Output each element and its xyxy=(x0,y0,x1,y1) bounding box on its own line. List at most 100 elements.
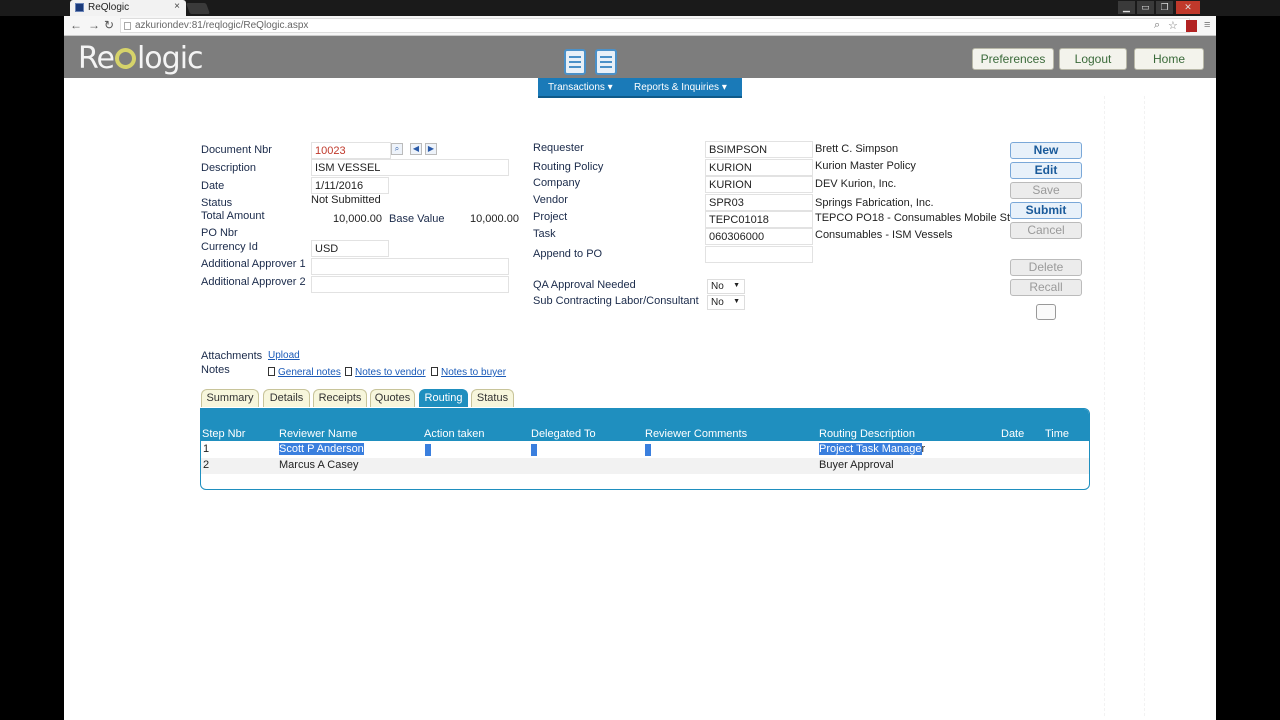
new-button[interactable]: New xyxy=(1010,142,1082,159)
table-row[interactable]: 2 Marcus A Casey Buyer Approval xyxy=(201,458,1089,474)
note-document-icon xyxy=(431,367,438,376)
vendor-notes[interactable]: Notes to vendor xyxy=(345,366,426,378)
reviewer-cell: Marcus A Casey xyxy=(279,459,359,471)
company-label: Company xyxy=(533,177,581,189)
currency-input[interactable]: USD xyxy=(311,240,389,257)
tab-receipts[interactable]: Receipts xyxy=(313,389,367,407)
column-header[interactable]: Routing Description xyxy=(819,428,915,440)
home-button[interactable]: Home xyxy=(1134,48,1204,70)
requester-input[interactable]: BSIMPSON xyxy=(705,141,813,158)
task-input[interactable]: 060306000 xyxy=(705,228,813,245)
base-value-label: Base Value xyxy=(389,213,445,225)
reqlogic-logo: Re logic xyxy=(78,41,204,76)
favicon-icon xyxy=(75,3,84,12)
chevron-down-icon: ▼ xyxy=(733,298,740,305)
column-header[interactable]: Date xyxy=(1001,428,1024,440)
routing-policy-input[interactable]: KURION xyxy=(705,159,813,176)
qa-approval-select[interactable]: No ▼ xyxy=(707,279,745,294)
company-input[interactable]: KURION xyxy=(705,176,813,193)
zoom-icon[interactable]: ⌕ xyxy=(1154,19,1160,32)
document-icon[interactable] xyxy=(595,49,617,75)
action-cell xyxy=(425,444,431,459)
column-header[interactable]: Step Nbr xyxy=(202,428,245,440)
task-name: Consumables - ISM Vessels xyxy=(815,229,953,241)
menu-reports[interactable]: Reports & Inquiries ▾ xyxy=(634,82,727,93)
logout-button[interactable]: Logout xyxy=(1059,48,1127,70)
tab-quotes[interactable]: Quotes xyxy=(370,389,415,407)
table-row[interactable]: 1 Scott P Anderson Project Task Manager xyxy=(201,442,1089,459)
column-header[interactable]: Action taken xyxy=(424,428,485,440)
append-po-input[interactable] xyxy=(705,246,813,263)
minimize-icon[interactable]: ▁ xyxy=(1118,1,1135,14)
edit-button[interactable]: Edit xyxy=(1010,162,1082,179)
window-close-icon[interactable]: ✕ xyxy=(1176,1,1200,14)
vendor-label: Vendor xyxy=(533,194,568,206)
restore-icon[interactable]: ▭ xyxy=(1137,1,1154,14)
tab-close-icon[interactable]: × xyxy=(174,1,180,12)
note-document-icon xyxy=(268,367,275,376)
background-pattern xyxy=(1144,96,1145,716)
menu-transactions[interactable]: Transactions ▾ xyxy=(548,82,613,93)
notes-label: Notes xyxy=(201,364,230,376)
submit-button[interactable]: Submit xyxy=(1010,202,1082,219)
forward-icon[interactable]: → xyxy=(88,18,100,32)
app-header: Re logic Preferences Logout Home xyxy=(64,36,1216,78)
general-notes[interactable]: General notes xyxy=(268,366,341,378)
print-icon[interactable] xyxy=(1036,304,1056,320)
reload-icon[interactable]: ↻ xyxy=(104,18,114,32)
url-input[interactable]: azkuriondev:81/reqlogic/ReQlogic.aspx xyxy=(120,18,1190,33)
browser-tab[interactable]: ReQlogic × xyxy=(70,0,186,16)
approver2-label: Additional Approver 2 xyxy=(201,276,306,288)
project-input[interactable]: TEPC01018 xyxy=(705,211,813,228)
recall-button[interactable]: Recall xyxy=(1010,279,1082,296)
maximize-icon[interactable]: ❐ xyxy=(1156,1,1173,14)
back-icon[interactable]: ← xyxy=(70,18,82,32)
main-menu: Transactions ▾ Reports & Inquiries ▾ xyxy=(538,78,742,98)
buyer-notes[interactable]: Notes to buyer xyxy=(431,366,506,378)
pdf-extension-icon[interactable] xyxy=(1186,20,1197,32)
background-pattern xyxy=(1104,96,1105,716)
po-nbr-label: PO Nbr xyxy=(201,227,238,239)
column-header[interactable]: Time xyxy=(1045,428,1069,440)
column-header[interactable]: Reviewer Name xyxy=(279,428,357,440)
approver1-input[interactable] xyxy=(311,258,509,275)
column-header[interactable]: Delegated To xyxy=(531,428,596,440)
document-nbr-input[interactable]: 10023 xyxy=(311,142,391,159)
tab-title: ReQlogic xyxy=(88,2,130,13)
tab-summary[interactable]: Summary xyxy=(201,389,259,407)
tab-status[interactable]: Status xyxy=(471,389,514,407)
company-name: DEV Kurion, Inc. xyxy=(815,178,897,190)
menu-icon[interactable]: ≡ xyxy=(1204,19,1210,31)
description-cell: Project Task Manager xyxy=(819,443,926,455)
column-header[interactable]: Reviewer Comments xyxy=(645,428,747,440)
preferences-button[interactable]: Preferences xyxy=(972,48,1054,70)
step-cell: 1 xyxy=(203,443,210,455)
vendor-name: Springs Fabrication, Inc. xyxy=(815,197,934,209)
vendor-input[interactable]: SPR03 xyxy=(705,194,813,211)
description-label: Description xyxy=(201,162,257,174)
delegated-cell xyxy=(531,444,537,459)
description-cell: Buyer Approval xyxy=(819,459,894,471)
url-text: azkuriondev:81/reqlogic/ReQlogic.aspx xyxy=(135,20,309,31)
requisition-icon[interactable] xyxy=(564,49,586,75)
lookup-icon[interactable]: ⌕ xyxy=(391,143,403,155)
bookmark-star-icon[interactable]: ☆ xyxy=(1168,19,1178,32)
tab-details[interactable]: Details xyxy=(263,389,310,407)
date-input[interactable]: 1/11/2016 xyxy=(311,177,389,194)
browser-tabstrip: ReQlogic × ▁ ▭ ❐ ✕ xyxy=(0,0,1280,16)
subcontract-select[interactable]: No ▼ xyxy=(707,295,745,310)
approver2-input[interactable] xyxy=(311,276,509,293)
routing-policy-label: Routing Policy xyxy=(533,161,604,173)
delete-button[interactable]: Delete xyxy=(1010,259,1082,276)
comments-cell xyxy=(645,444,651,459)
cancel-button[interactable]: Cancel xyxy=(1010,222,1082,239)
upload-link[interactable]: Upload xyxy=(268,350,300,361)
new-tab-button[interactable] xyxy=(185,3,211,14)
tab-routing[interactable]: Routing xyxy=(419,389,468,407)
app-window: Re logic Preferences Logout Home Transact… xyxy=(64,36,1216,720)
save-button[interactable]: Save xyxy=(1010,182,1082,199)
address-bar: ← → ↻ azkuriondev:81/reqlogic/ReQlogic.a… xyxy=(64,16,1216,36)
prev-record-icon[interactable]: ◀ xyxy=(410,143,422,155)
description-input[interactable]: ISM VESSEL xyxy=(311,159,509,176)
next-record-icon[interactable]: ▶ xyxy=(425,143,437,155)
